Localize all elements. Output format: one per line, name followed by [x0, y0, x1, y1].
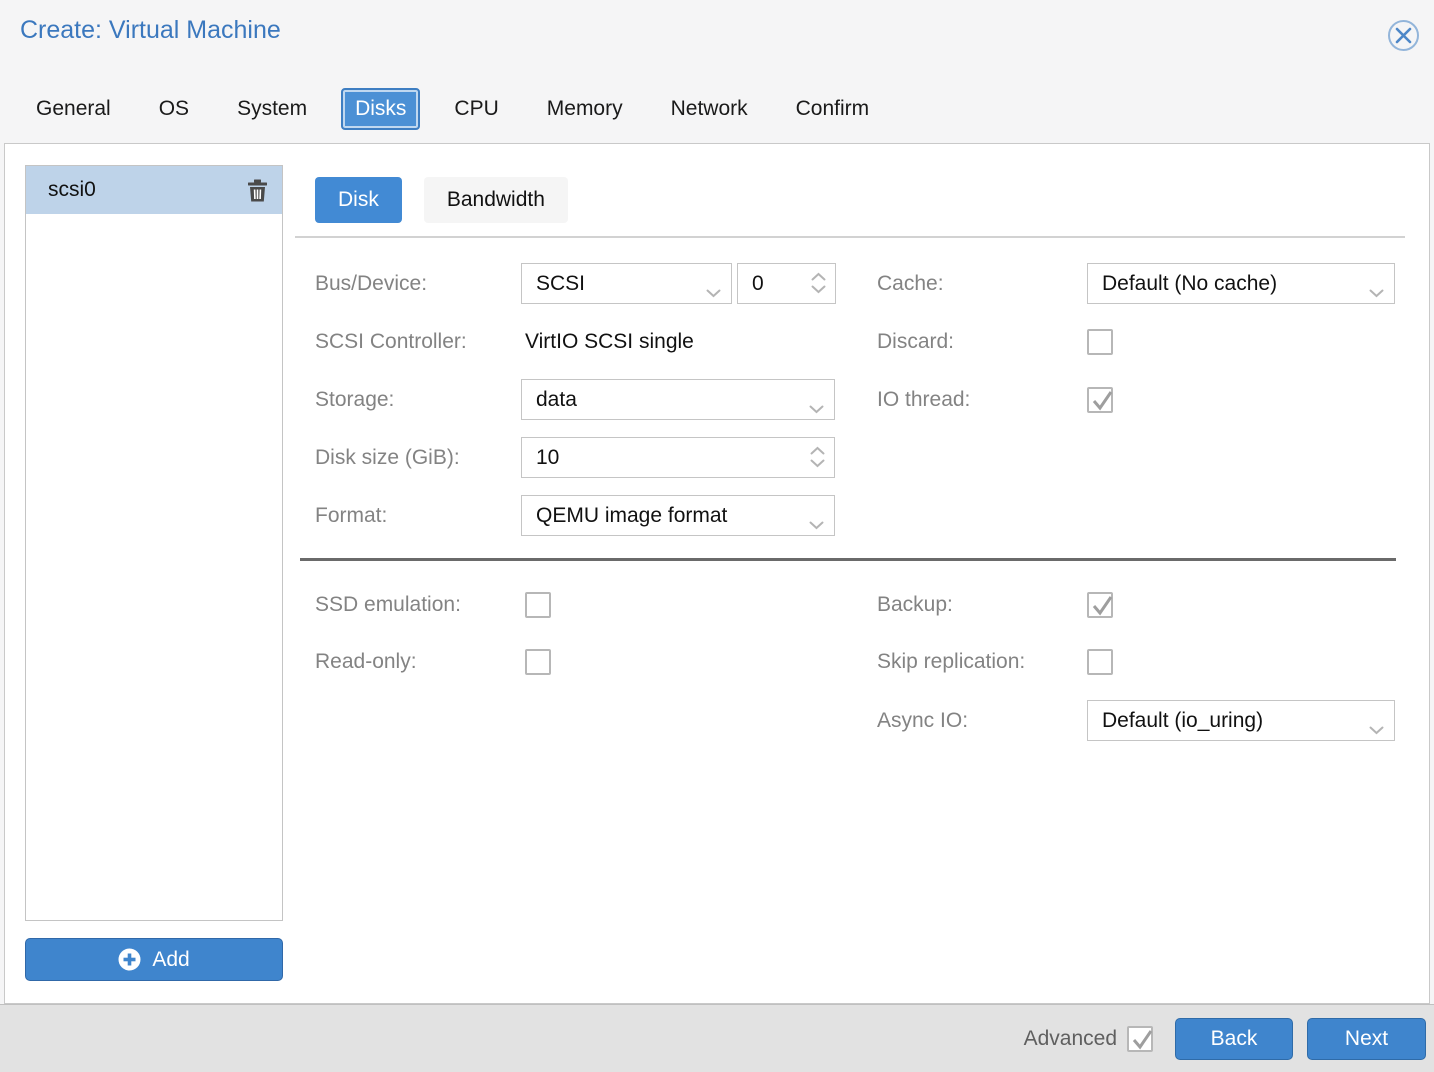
tab-memory[interactable]: Memory	[547, 97, 623, 121]
storage-select[interactable]: data	[521, 379, 835, 420]
storage-label: Storage:	[315, 379, 394, 420]
cache-select[interactable]: Default (No cache)	[1087, 263, 1395, 304]
next-button[interactable]: Next	[1307, 1018, 1426, 1060]
spinner-arrows-icon[interactable]	[810, 446, 825, 468]
wizard-tabbar: General OS System Disks CPU Memory Netwo…	[36, 89, 869, 129]
subtab-bandwidth[interactable]: Bandwidth	[424, 177, 568, 223]
async-io-select-value: Default (io_uring)	[1102, 709, 1263, 733]
tab-os[interactable]: OS	[159, 97, 189, 121]
disk-item-label: scsi0	[48, 178, 96, 202]
read-only-checkbox[interactable]	[525, 649, 551, 675]
add-disk-button[interactable]: Add	[25, 938, 283, 981]
tab-confirm[interactable]: Confirm	[796, 97, 870, 121]
chevron-down-icon	[706, 280, 721, 304]
tab-network[interactable]: Network	[671, 97, 748, 121]
cache-select-value: Default (No cache)	[1102, 272, 1277, 296]
add-button-label: Add	[152, 948, 189, 972]
dialog-title: Create: Virtual Machine	[20, 16, 281, 45]
disk-size-label: Disk size (GiB):	[315, 437, 460, 478]
bus-device-label: Bus/Device:	[315, 263, 427, 304]
disk-subtabs: Disk Bandwidth	[315, 177, 568, 223]
subtab-disk[interactable]: Disk	[315, 177, 402, 223]
disk-list-item-scsi0[interactable]: scsi0	[26, 166, 282, 214]
io-thread-checkbox[interactable]	[1087, 387, 1113, 413]
subtab-separator	[295, 236, 1405, 238]
chevron-down-icon	[1369, 280, 1384, 304]
disk-size-stepper[interactable]: 10	[521, 437, 835, 478]
backup-checkbox[interactable]	[1087, 592, 1113, 618]
skip-replication-checkbox[interactable]	[1087, 649, 1113, 675]
device-number-value: 0	[752, 272, 764, 296]
disks-tab-content: scsi0 Add Disk Bandwidth	[4, 143, 1430, 1004]
back-button[interactable]: Back	[1175, 1018, 1293, 1060]
section-separator	[300, 558, 1396, 561]
skip-replication-label: Skip replication:	[877, 648, 1025, 676]
backup-label: Backup:	[877, 591, 953, 619]
ssd-emulation-label: SSD emulation:	[315, 591, 461, 619]
async-io-select[interactable]: Default (io_uring)	[1087, 700, 1395, 741]
bus-select-value: SCSI	[536, 272, 585, 296]
discard-label: Discard:	[877, 321, 954, 362]
chevron-down-icon	[1369, 717, 1384, 741]
cache-label: Cache:	[877, 263, 944, 304]
ssd-emulation-checkbox[interactable]	[525, 592, 551, 618]
bus-select[interactable]: SCSI	[521, 263, 732, 304]
chevron-down-icon	[809, 396, 824, 420]
x-glyph	[1395, 27, 1412, 44]
storage-select-value: data	[536, 388, 577, 412]
scsi-controller-label: SCSI Controller:	[315, 321, 467, 362]
plus-circle-icon	[118, 948, 141, 971]
tab-cpu[interactable]: CPU	[454, 97, 498, 121]
read-only-label: Read-only:	[315, 648, 417, 676]
trash-icon[interactable]	[247, 179, 268, 202]
discard-checkbox[interactable]	[1087, 329, 1113, 355]
disk-size-value: 10	[536, 446, 559, 470]
format-label: Format:	[315, 495, 387, 536]
dialog-footer: Advanced Back Next	[0, 1004, 1434, 1072]
tab-system[interactable]: System	[237, 97, 307, 121]
async-io-label: Async IO:	[877, 700, 968, 741]
scsi-controller-value: VirtIO SCSI single	[525, 321, 694, 362]
tab-disks[interactable]: Disks	[341, 88, 420, 130]
spinner-arrows-icon[interactable]	[811, 272, 826, 294]
device-number-stepper[interactable]: 0	[737, 263, 836, 304]
advanced-label: Advanced	[1024, 1027, 1117, 1051]
close-icon[interactable]	[1388, 20, 1419, 51]
chevron-down-icon	[809, 512, 824, 536]
disk-list-panel: scsi0	[25, 165, 283, 921]
format-select[interactable]: QEMU image format	[521, 495, 835, 536]
tab-general[interactable]: General	[36, 97, 111, 121]
format-select-value: QEMU image format	[536, 504, 727, 528]
advanced-checkbox[interactable]	[1127, 1026, 1153, 1052]
io-thread-label: IO thread:	[877, 379, 970, 420]
